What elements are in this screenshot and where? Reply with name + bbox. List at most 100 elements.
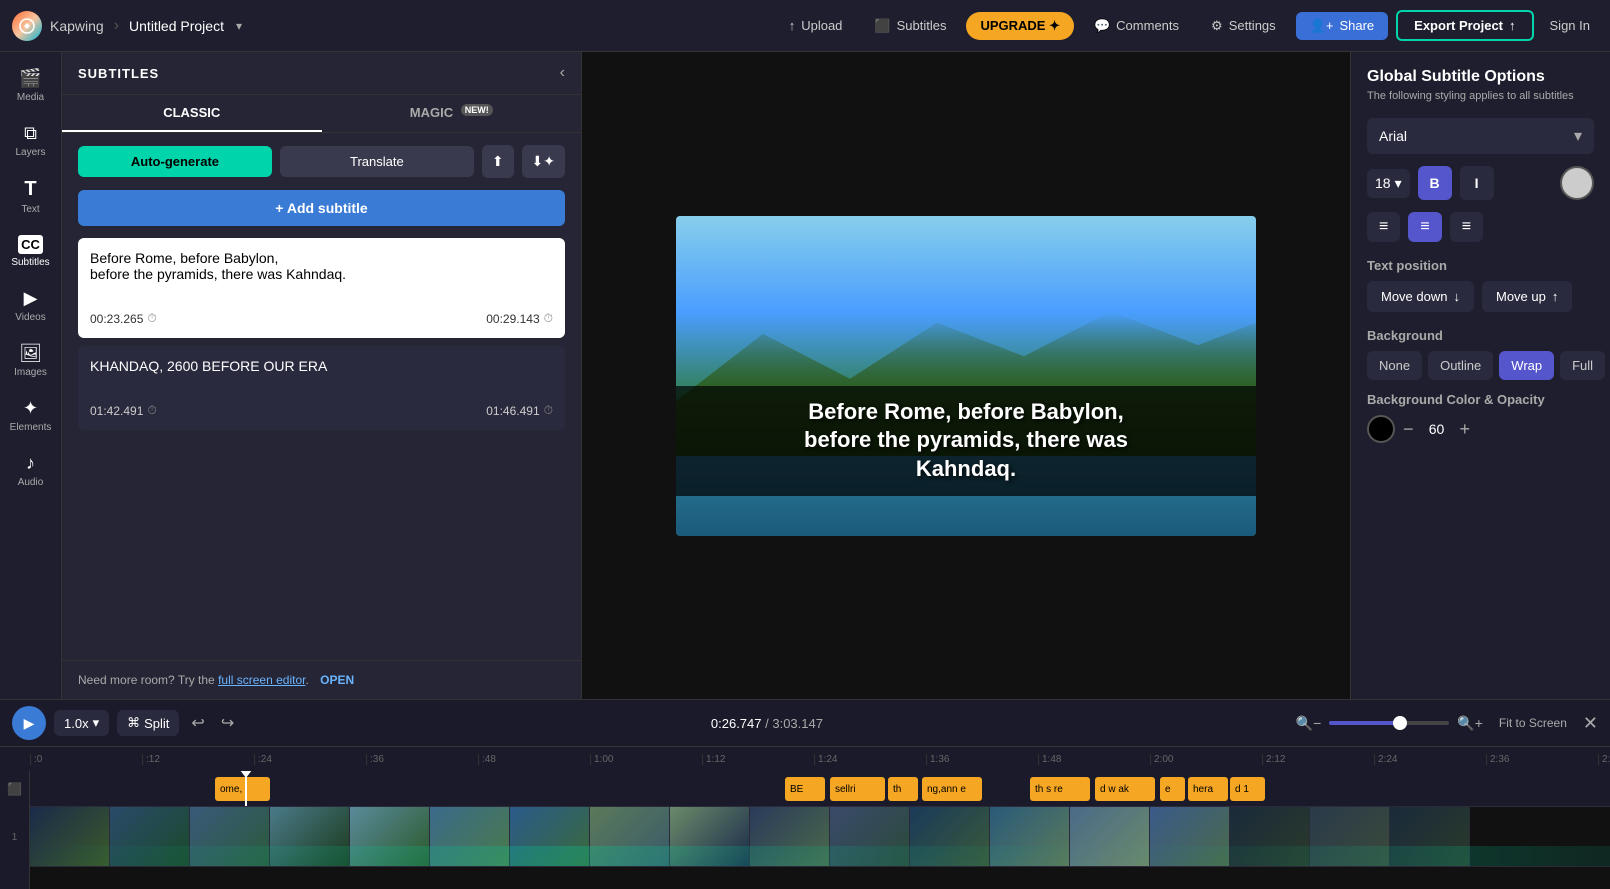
panel-tabs: CLASSIC MAGIC NEW! [62,95,581,133]
classic-tab-label: CLASSIC [163,105,220,120]
subtitle-list: Before Rome, before Babylon, before the … [62,238,581,660]
italic-btn[interactable]: I [1460,166,1494,200]
upgrade-btn[interactable]: UPGRADE ✦ [966,12,1074,40]
subtitle-chip-9[interactable]: d 1 [1230,777,1265,801]
sign-in-btn[interactable]: Sign In [1542,12,1598,39]
split-btn[interactable]: ⌘ Split [117,710,179,736]
time-display: 0:26.747 / 3:03.147 [246,716,1287,731]
sidebar-item-text[interactable]: T Text [3,170,59,223]
undo-btn[interactable]: ↩ [187,709,208,737]
subtitle-chip-5[interactable]: th s re [1030,777,1090,801]
sidebar-item-subtitles[interactable]: CC Subtitles [3,227,59,276]
magic-tab-label: MAGIC [410,105,453,120]
time-icon-end-1[interactable]: ⏱ [544,311,553,326]
upload-subtitle-btn[interactable]: ⬆ [482,145,514,178]
redo-btn[interactable]: ↪ [217,709,238,737]
comment-icon: 💬 [1094,18,1110,34]
upload-btn[interactable]: ↑ Upload [777,12,855,39]
sidebar-item-audio[interactable]: ♪ Audio [3,445,59,496]
time-icon-end-2[interactable]: ⏱ [544,403,553,418]
share-btn[interactable]: 👤+ Share [1296,12,1388,40]
subtitle-chip-0[interactable]: ome, [215,777,270,801]
subtitle-chip-3[interactable]: th [888,777,918,801]
add-subtitle-btn[interactable]: + Add subtitle [78,190,565,226]
auto-generate-btn[interactable]: Auto-generate [78,146,272,177]
bg-outline-btn[interactable]: Outline [1428,351,1493,380]
panel-close-btn[interactable]: ‹ [560,64,565,82]
sidebar-item-images[interactable]: 🖼 Images [3,335,59,386]
text-color-picker[interactable] [1560,166,1594,200]
subtitle-card-2[interactable]: KHANDAQ, 2600 BEFORE OUR ERA 01:42.491 ⏱… [78,346,565,430]
bg-color-picker[interactable] [1367,415,1395,443]
settings-btn[interactable]: ⚙ Settings [1199,12,1288,40]
speed-chevron-icon: ▾ [93,715,100,731]
subtitles-nav-icon: ⬛ [874,18,890,34]
speed-btn[interactable]: 1.0x ▾ [54,710,109,736]
font-size-value: 18 [1375,175,1391,191]
subtitle-chip-8[interactable]: hera [1188,777,1228,801]
font-size-select[interactable]: 18 ▾ [1367,169,1410,198]
play-btn[interactable]: ▶ [12,706,46,740]
align-center-btn[interactable]: ≡ [1408,212,1441,242]
zoom-out-icon[interactable]: 🔍− [1296,715,1322,732]
fit-to-screen-btn[interactable]: Fit to Screen [1491,712,1575,734]
bg-none-btn[interactable]: None [1367,351,1422,380]
speed-value: 1.0x [64,716,89,731]
ruler-mark-2: :24 [254,754,366,765]
tab-magic[interactable]: MAGIC NEW! [322,95,582,132]
tab-classic[interactable]: CLASSIC [62,95,322,132]
subtitle-card-1[interactable]: Before Rome, before Babylon, before the … [78,238,565,338]
subtitle-text-1[interactable]: Before Rome, before Babylon, before the … [90,250,553,298]
align-left-btn[interactable]: ≡ [1367,212,1400,242]
timeline-ruler: :0 :12 :24 :36 :48 1:00 1:12 1:24 1:36 1… [0,747,1610,771]
font-select-row[interactable]: Arial ▾ [1367,118,1594,154]
zoom-in-icon[interactable]: 🔍+ [1457,715,1483,732]
align-row: ≡ ≡ ≡ [1367,212,1594,242]
bg-full-btn[interactable]: Full [1560,351,1605,380]
sidebar-item-layers[interactable]: ⧉ Layers [3,115,59,166]
time-icon-1[interactable]: ⏱ [147,311,156,326]
timeline-area: ▶ 1.0x ▾ ⌘ Split ↩ ↪ 0:26.747 / 3:03.147… [0,699,1610,889]
time-icon-2[interactable]: ⏱ [147,403,156,418]
zoom-slider[interactable] [1329,721,1449,725]
align-right-btn[interactable]: ≡ [1450,212,1483,242]
download-subtitle-btn[interactable]: ⬇✦ [522,145,565,178]
brand-link[interactable]: Kapwing [50,18,104,34]
new-badge: NEW! [461,104,493,116]
close-timeline-btn[interactable]: ✕ [1583,713,1598,734]
bg-wrap-btn[interactable]: Wrap [1499,351,1554,380]
bold-btn[interactable]: B [1418,166,1452,200]
translate-btn[interactable]: Translate [280,146,474,177]
opacity-minus-btn[interactable]: − [1403,419,1414,440]
export-btn[interactable]: Export Project ↑ [1396,10,1533,41]
tracks-content[interactable]: ome, BE sellri th ng,ann e th s re d w a… [30,771,1610,889]
open-link[interactable]: OPEN [320,673,354,687]
full-screen-editor-link[interactable]: full screen editor [218,673,305,687]
sidebar-item-elements[interactable]: ✦ Elements [3,390,59,441]
subtitle-overlay-text: Before Rome, before Babylon, before the … [696,398,1236,484]
sidebar-item-media[interactable]: 🎬 Media [3,60,59,111]
subtitle-chip-1[interactable]: BE [785,777,825,801]
sidebar-item-videos[interactable]: ▶ Videos [3,280,59,331]
end-time-value-2: 01:46.491 [486,404,539,418]
subtitle-text-2[interactable]: KHANDAQ, 2600 BEFORE OUR ERA [90,358,553,390]
move-down-label: Move down [1381,289,1447,304]
subtitle-chip-6[interactable]: d w ak [1095,777,1155,801]
subtitle-chip-2[interactable]: sellri [830,777,885,801]
ruler-mark-3: :36 [366,754,478,765]
opacity-plus-btn[interactable]: + [1460,419,1471,440]
subtitle-chip-4[interactable]: ng,ann e [922,777,982,801]
move-up-btn[interactable]: Move up ↑ [1482,281,1572,312]
project-chevron-btn[interactable]: ▾ [232,17,246,35]
subtitle-chip-7[interactable]: e [1160,777,1185,801]
panel-actions: Auto-generate Translate ⬆ ⬇✦ [62,133,581,190]
video-frame: Before Rome, before Babylon, before the … [676,216,1256,536]
right-panel-subtitle: The following styling applies to all sub… [1367,90,1594,102]
comments-btn[interactable]: 💬 Comments [1082,12,1191,40]
ruler-mark-1: :12 [142,754,254,765]
need-room-text: Need more room? Try the full screen edit… [78,673,312,687]
sidebar-label-elements: Elements [10,422,52,433]
ruler-mark-4: :48 [478,754,590,765]
move-down-btn[interactable]: Move down ↓ [1367,281,1474,312]
subtitles-nav-btn[interactable]: ⬛ Subtitles [862,12,958,40]
